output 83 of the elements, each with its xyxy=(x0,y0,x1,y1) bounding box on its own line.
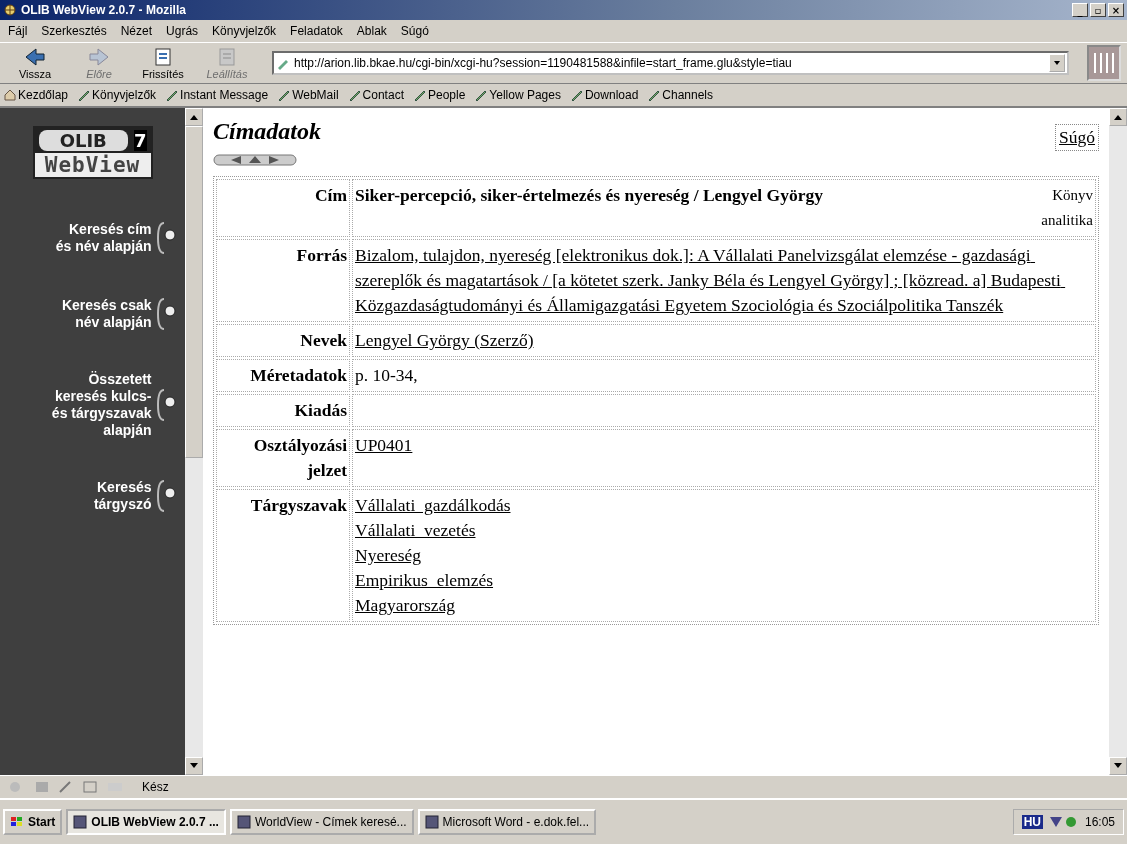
menu-item[interactable]: Ugrás xyxy=(166,24,199,38)
start-button[interactable]: Start xyxy=(3,809,63,835)
record-link[interactable]: Empirikus elemzés xyxy=(355,568,494,593)
field-label: Méretadatok xyxy=(250,365,347,385)
menu-item[interactable]: Fájl xyxy=(8,24,28,38)
knob-icon[interactable] xyxy=(155,219,178,257)
help-link[interactable]: Súgó xyxy=(1055,124,1099,151)
menu-item[interactable]: Szerkesztés xyxy=(41,24,107,38)
bookmark-icon xyxy=(475,89,488,101)
taskbar-item[interactable]: OLIB WebView 2.0.7 ... xyxy=(66,809,226,835)
window-icon xyxy=(73,815,88,829)
record-link[interactable]: Vállalati gazdálkodás xyxy=(355,493,511,518)
field-label: Tárgyszavak xyxy=(250,495,347,515)
taskbar-item[interactable]: Microsoft Word - e.dok.fel... xyxy=(417,809,597,835)
clock: 16:05 xyxy=(1084,815,1115,829)
scroll-down-icon[interactable] xyxy=(190,763,198,769)
knob-icon[interactable] xyxy=(155,295,178,333)
field-label: Nevek xyxy=(300,330,347,350)
bookmark-link[interactable]: Channels xyxy=(648,88,714,102)
maximize-button[interactable]: ▫ xyxy=(1090,3,1106,17)
field-label: Forrás xyxy=(296,245,347,265)
tray-icons-drawing xyxy=(1048,815,1079,829)
record-title: Siker-percepció, siker-értelmezés és nyereség / Lengyel György xyxy=(355,184,824,207)
windows-logo-icon xyxy=(10,816,24,828)
home-icon xyxy=(4,89,16,101)
browser-logo-icon xyxy=(1087,45,1121,81)
toolbar-button[interactable]: Frissítés xyxy=(134,45,192,81)
bookmark-link[interactable]: Contact xyxy=(348,88,404,102)
menu-item[interactable]: Könyvjelzők xyxy=(212,24,277,38)
knob-icon[interactable] xyxy=(155,477,178,515)
bookmark-link[interactable]: Kezdőlap xyxy=(4,88,69,102)
field-label: Osztályozási jelzet xyxy=(253,435,347,480)
back-arrow-icon xyxy=(23,46,47,68)
bookmark-link[interactable]: Instant Message xyxy=(166,88,269,102)
bookmark-icon xyxy=(166,89,179,101)
record-link[interactable]: Magyarország xyxy=(355,593,456,618)
bookmark-link[interactable]: Könyvjelzők xyxy=(78,88,157,102)
bookmark-link[interactable]: Yellow Pages xyxy=(475,88,561,102)
bookmark-icon xyxy=(278,89,291,101)
page-title: Címadatok xyxy=(213,118,321,145)
window-title: OLIB WebView 2.0.7 - Mozilla xyxy=(21,3,187,17)
bookmark-icon xyxy=(570,89,583,101)
bookmark-icon xyxy=(348,89,361,101)
scrollbar[interactable] xyxy=(185,108,203,775)
field-label: Kiadás xyxy=(294,400,347,420)
sidebar-link[interactable]: Keresés cím és név alapján xyxy=(51,221,152,255)
record-link[interactable]: Lengyel György (Szerző) xyxy=(355,328,534,353)
sidebar-link[interactable]: Keresés csak név alapján xyxy=(51,297,152,331)
scroll-up-icon[interactable] xyxy=(1114,114,1122,120)
logo: OLIB 7 WebView xyxy=(32,126,153,179)
knob-icon[interactable] xyxy=(155,386,178,424)
record-link[interactable]: UP0401 xyxy=(355,433,413,458)
bookmark-link[interactable]: Download xyxy=(570,88,639,102)
field-label: Cím xyxy=(314,185,347,205)
record-link[interactable]: Nyereség xyxy=(355,543,422,568)
record-type: Könyv analitika xyxy=(1040,186,1093,230)
menu-item[interactable]: Feladatok xyxy=(290,24,343,38)
bookmark-link[interactable]: People xyxy=(413,88,466,102)
bookmark-icon xyxy=(413,89,426,101)
window-icon xyxy=(424,815,439,829)
menu-item[interactable]: Ablak xyxy=(356,24,387,38)
scroll-down-icon[interactable] xyxy=(1114,763,1122,769)
scrollbar[interactable] xyxy=(1109,108,1127,775)
sidebar-link[interactable]: Keresés tárgyszó xyxy=(51,479,152,513)
record-link[interactable]: Vállalati vezetés xyxy=(355,518,476,543)
record-navigation-icon[interactable] xyxy=(213,153,297,167)
close-button[interactable]: × xyxy=(1108,3,1124,17)
app-icon xyxy=(3,3,17,17)
bookmark-icon xyxy=(648,89,661,101)
status-text: Kész xyxy=(142,780,169,794)
field-value: p. 10-34, xyxy=(355,365,418,385)
window-icon xyxy=(236,815,251,829)
bookmark-icon xyxy=(78,89,91,101)
address-field[interactable]: http://arion.lib.bkae.hu/cgi-bin/xcgi-hu?session=1190481588&infile=start_frame.glu&style=tiau xyxy=(272,51,1069,75)
forward-arrow-icon xyxy=(87,46,111,68)
scroll-up-icon[interactable] xyxy=(190,114,198,120)
taskbar-item[interactable]: WorldView - Címek keresé... xyxy=(229,809,414,835)
bookmark-link[interactable]: WebMail xyxy=(278,88,339,102)
sidebar-link[interactable]: Összetett keresés kulcs- és tárgyszavak alapján xyxy=(51,371,152,439)
language-indicator[interactable]: HU xyxy=(1021,815,1043,829)
menu-item[interactable]: Súgó xyxy=(400,24,429,38)
menu-item[interactable]: Nézet xyxy=(120,24,153,38)
toolbar-button[interactable]: Vissza xyxy=(6,45,64,81)
